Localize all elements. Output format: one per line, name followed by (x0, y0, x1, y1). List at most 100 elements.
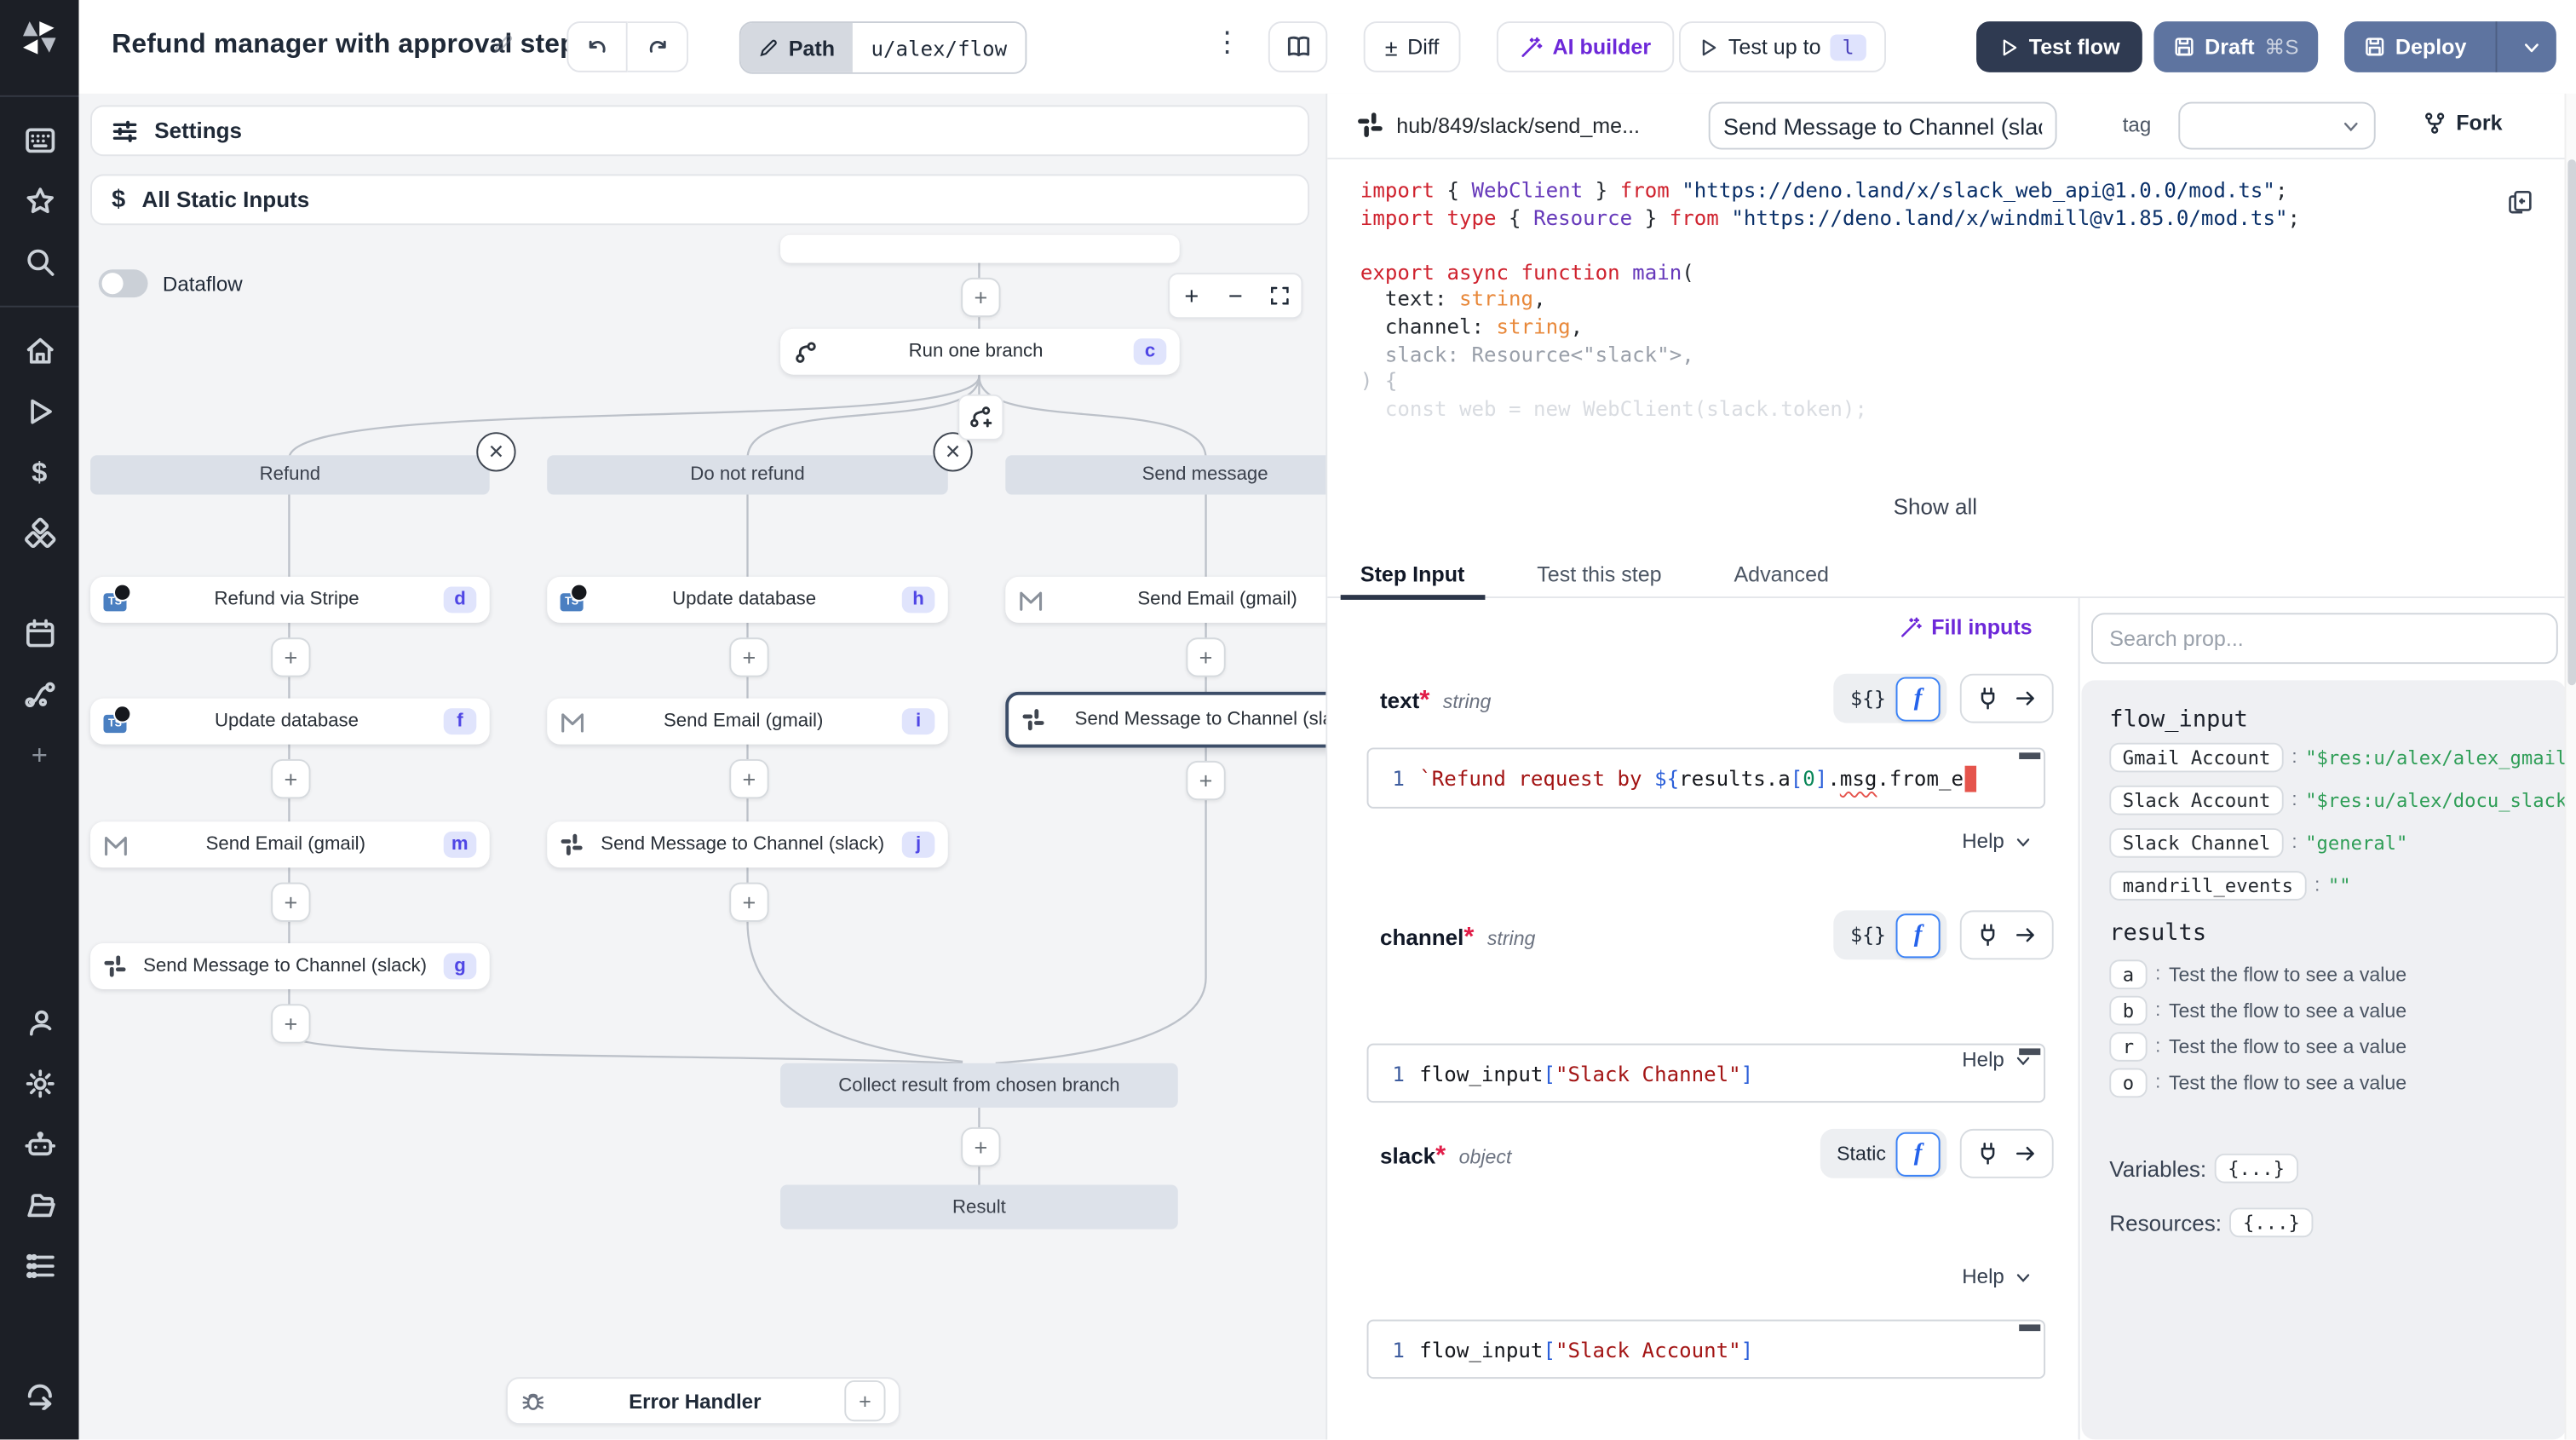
text-value-editor[interactable]: 1 `Refund request by ${results.a[0].msg.… (1367, 747, 2045, 808)
plug-icon[interactable] (1976, 687, 1999, 710)
add-step-button[interactable]: + (729, 759, 768, 798)
bug-icon (520, 1389, 545, 1414)
redo-button[interactable] (628, 21, 688, 72)
flow-node-send-email[interactable]: Send Email (gmail) (1005, 577, 1327, 623)
kebab-menu-icon[interactable]: ⋮ (1210, 26, 1244, 60)
arrow-right-icon[interactable] (2014, 924, 2037, 947)
error-handler-node[interactable]: Error Handler + (506, 1377, 900, 1425)
home-icon[interactable] (0, 320, 79, 381)
search-icon[interactable] (0, 232, 79, 292)
deploy-dropdown-button[interactable] (2508, 21, 2557, 72)
folders-icon[interactable] (0, 1175, 79, 1236)
add-step-button[interactable]: + (1186, 637, 1225, 677)
add-step-button[interactable]: + (961, 1127, 1000, 1166)
template-mode-toggle[interactable]: ${} (1850, 924, 1886, 947)
tag-select[interactable] (2178, 102, 2375, 150)
flow-node-update-database[interactable]: TS Update database h (547, 577, 948, 623)
add-step-button[interactable]: + (729, 883, 768, 922)
hub-script-path[interactable]: hub/849/slack/send_me... (1396, 113, 1640, 138)
template-mode-toggle[interactable]: ${} (1850, 687, 1886, 710)
scrollbar-thumb[interactable] (2567, 159, 2576, 685)
add-step-button[interactable]: + (271, 637, 310, 677)
add-step-button[interactable]: + (271, 759, 310, 798)
resources-cubes-icon[interactable] (0, 503, 79, 563)
plug-icon[interactable] (1976, 1142, 1999, 1165)
branch-header-do-not-refund[interactable]: Do not refund (547, 455, 948, 494)
branch-header-send-message[interactable]: Send message (1005, 455, 1327, 494)
arrow-right-icon[interactable] (2014, 1142, 2037, 1165)
fork-button[interactable]: Fork (2424, 110, 2503, 135)
flow-node-send-email[interactable]: Send Email (gmail) m (90, 821, 490, 867)
ai-builder-button[interactable]: AI builder (1497, 21, 1674, 72)
javascript-editor-toggle[interactable]: f (1896, 1132, 1941, 1176)
star-icon[interactable] (0, 171, 79, 232)
flow-node-update-database[interactable]: TS Update database f (90, 699, 490, 745)
settings-gear-icon[interactable] (0, 1053, 79, 1114)
javascript-editor-toggle[interactable]: f (1896, 677, 1941, 721)
flow-node-send-message-slack-selected[interactable]: Send Message to Channel (slack) (1005, 692, 1327, 748)
tab-test-this-step[interactable]: Test this step (1510, 550, 1688, 597)
copy-code-icon[interactable] (2507, 189, 2533, 216)
search-prop-input[interactable] (2091, 613, 2558, 664)
add-plus-icon[interactable]: + (0, 724, 79, 785)
javascript-editor-toggle[interactable]: f (1896, 913, 1941, 957)
resources-expand[interactable]: {...} (2230, 1207, 2314, 1237)
account-person-icon[interactable] (0, 993, 79, 1053)
magic-wand-icon (1899, 615, 1922, 638)
help-toggle[interactable]: Help (1962, 1265, 2032, 1288)
workers-robot-icon[interactable] (0, 1115, 79, 1175)
flow-node-result[interactable]: Result (780, 1184, 1178, 1229)
schedules-calendar-icon[interactable] (0, 603, 79, 664)
diff-button[interactable]: ± Diff (1364, 21, 1461, 72)
branch-header-refund[interactable]: Refund (90, 455, 490, 494)
help-toggle[interactable]: Help (1962, 830, 2032, 853)
remove-branch-button[interactable]: ✕ (476, 432, 515, 471)
arrow-right-icon[interactable] (2014, 687, 2037, 710)
channel-value-editor[interactable]: 1 flow_input["Slack Channel"] (1367, 1044, 2045, 1103)
add-step-button[interactable]: + (961, 278, 1000, 317)
add-branch-button[interactable] (957, 395, 1003, 441)
slack-value-editor[interactable]: 1 flow_input["Slack Account"] (1367, 1320, 2045, 1379)
flow-node-send-email[interactable]: Send Email (gmail) i (547, 699, 948, 745)
static-mode-toggle[interactable]: Static (1837, 1142, 1886, 1165)
edit-title-pencil-icon[interactable] (493, 33, 515, 55)
step-summary-input[interactable] (1709, 102, 2057, 150)
help-toggle[interactable]: Help (1962, 1048, 2032, 1071)
docs-book-button[interactable] (1268, 21, 1327, 72)
result-row: r: Test the flow to see a value (2109, 1032, 2406, 1062)
apps-grid-icon[interactable] (0, 110, 79, 170)
path-segment-label: Path (741, 23, 853, 72)
runs-play-icon[interactable] (0, 381, 79, 441)
flow-node-run-one-branch[interactable]: Run one branch c (780, 329, 1180, 375)
routes-flow-icon[interactable] (0, 664, 79, 724)
undo-button[interactable] (566, 21, 627, 72)
fill-inputs-button[interactable]: Fill inputs (1899, 614, 2033, 639)
test-up-to-button[interactable]: Test up to l (1679, 21, 1885, 72)
add-step-button[interactable]: + (271, 1004, 310, 1043)
add-error-handler-button[interactable]: + (844, 1380, 885, 1421)
variables-expand[interactable]: {...} (2215, 1154, 2298, 1184)
plug-icon[interactable] (1976, 924, 1999, 947)
audit-logs-list-icon[interactable] (0, 1236, 79, 1296)
add-step-button[interactable]: + (271, 883, 310, 922)
flow-node-send-message-slack[interactable]: Send Message to Channel (slack) j (547, 821, 948, 867)
help-arrow-icon[interactable] (0, 1362, 79, 1423)
prop-row: Slack Channel: "general" (2109, 828, 2407, 858)
path-button[interactable]: Path u/alex/flow (739, 21, 1026, 74)
add-step-button[interactable]: + (1186, 761, 1225, 800)
button-divider (2496, 21, 2498, 72)
add-step-button[interactable]: + (729, 637, 768, 677)
deploy-button[interactable]: Deploy (2344, 34, 2487, 59)
flow-node-partial[interactable] (780, 235, 1180, 263)
flow-node-refund-via-stripe[interactable]: TS Refund via Stripe d (90, 577, 490, 623)
test-flow-button[interactable]: Test flow (1976, 21, 2143, 72)
flow-node-send-message-slack[interactable]: Send Message to Channel (slack) g (90, 943, 490, 989)
typescript-icon: TS (103, 710, 129, 733)
tab-step-input[interactable]: Step Input (1334, 550, 1491, 597)
tab-advanced[interactable]: Advanced (1708, 550, 1855, 597)
flow-node-collect-result[interactable]: Collect result from chosen branch (780, 1063, 1178, 1108)
windmill-logo-icon[interactable] (18, 16, 60, 59)
variables-dollar-icon[interactable]: $ (0, 442, 79, 503)
draft-button[interactable]: Draft ⌘S (2153, 21, 2318, 72)
show-all-button[interactable]: Show all (1327, 494, 2543, 519)
